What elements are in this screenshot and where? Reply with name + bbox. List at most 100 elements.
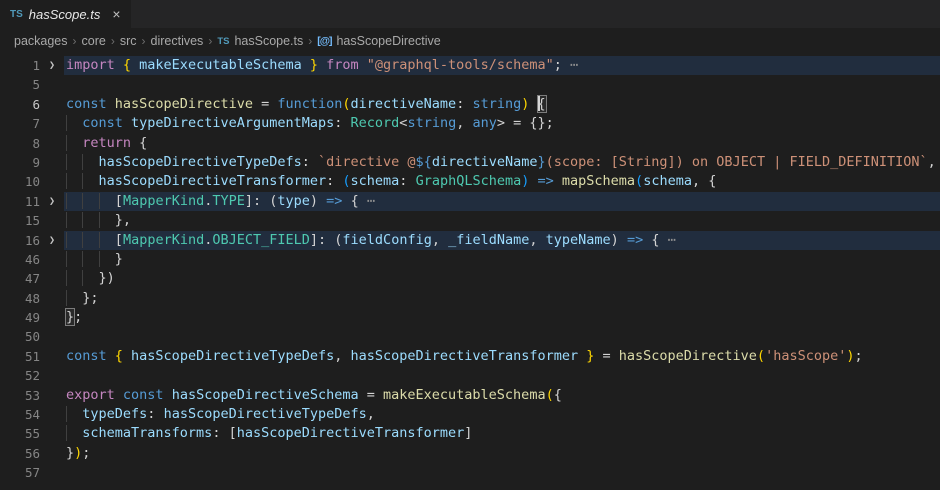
- code-text: export const hasScopeDirectiveSchema = m…: [64, 386, 940, 405]
- code-line[interactable]: 49};: [0, 308, 940, 327]
- indent-guide: [99, 212, 115, 228]
- breadcrumb-item-src[interactable]: src: [120, 34, 137, 48]
- breadcrumb-separator-icon: ›: [208, 34, 212, 48]
- code-line[interactable]: 53 export const hasScopeDirectiveSchema =…: [0, 386, 940, 405]
- line-number[interactable]: 54: [0, 405, 40, 424]
- line-number[interactable]: 7: [0, 114, 40, 133]
- code-line[interactable]: 51 const { hasScopeDirectiveTypeDefs, has…: [0, 347, 940, 366]
- line-number[interactable]: 46: [0, 250, 40, 269]
- code-line[interactable]: 57: [0, 463, 940, 482]
- line-number[interactable]: 1: [0, 56, 40, 75]
- code-text: const typeDirectiveArgumentMaps: Record<…: [64, 114, 940, 133]
- code-line[interactable]: 50: [0, 327, 940, 346]
- line-number[interactable]: 48: [0, 289, 40, 308]
- code-line[interactable]: 56});: [0, 444, 940, 463]
- indent-guide: [66, 425, 82, 441]
- line-number[interactable]: 16: [0, 231, 40, 250]
- line-number[interactable]: 5: [0, 75, 40, 94]
- fold-gutter: [40, 153, 64, 172]
- indent-guide: [82, 173, 98, 189]
- fold-gutter: [40, 424, 64, 443]
- indent-guide: [82, 251, 98, 267]
- indent-guide: [66, 290, 82, 306]
- line-number[interactable]: 53: [0, 386, 40, 405]
- breadcrumb-item-core[interactable]: core: [82, 34, 106, 48]
- fold-gutter: [40, 327, 64, 346]
- fold-chevron-icon[interactable]: ❯: [40, 231, 64, 250]
- code-line[interactable]: 54 typeDefs: hasScopeDirectiveTypeDefs,: [0, 405, 940, 424]
- code-line[interactable]: 48 };: [0, 289, 940, 308]
- breadcrumb-item-directives[interactable]: directives: [151, 34, 204, 48]
- code-line[interactable]: 8 return {: [0, 134, 940, 153]
- indent-guide: [82, 154, 98, 170]
- line-number[interactable]: 10: [0, 172, 40, 191]
- code-line[interactable]: 11❯ [MapperKind.TYPE]: (type) => { ⋯: [0, 192, 940, 211]
- indent-guide: [82, 232, 98, 248]
- line-number[interactable]: 6: [0, 95, 40, 114]
- tab-title: hasScope.ts: [29, 7, 101, 22]
- indent-guide: [66, 115, 82, 131]
- code-text: }): [64, 269, 940, 288]
- text-cursor: [538, 96, 540, 111]
- indent-guide: [66, 270, 82, 286]
- line-number[interactable]: 11: [0, 192, 40, 211]
- code-line[interactable]: 10 hasScopeDirectiveTransformer: (schema…: [0, 172, 940, 191]
- indent-guide: [66, 193, 82, 209]
- fold-gutter: [40, 250, 64, 269]
- fold-gutter: [40, 114, 64, 133]
- indent-guide: [66, 212, 82, 228]
- fold-gutter: [40, 405, 64, 424]
- fold-gutter: [40, 444, 64, 463]
- code-editor[interactable]: 1❯import { makeExecutableSchema } from "…: [0, 54, 940, 483]
- line-number[interactable]: 50: [0, 327, 40, 346]
- breadcrumb-item-file[interactable]: hasScope.ts: [234, 34, 303, 48]
- code-line[interactable]: 52: [0, 366, 940, 385]
- code-line[interactable]: 9 hasScopeDirectiveTypeDefs: `directive …: [0, 153, 940, 172]
- code-text: };: [64, 308, 940, 327]
- code-text: [64, 327, 940, 346]
- code-line[interactable]: 47 }): [0, 269, 940, 288]
- line-number[interactable]: 47: [0, 269, 40, 288]
- indent-guide: [82, 270, 98, 286]
- tab-hasscope[interactable]: TS hasScope.ts ×: [0, 0, 131, 28]
- breadcrumb-item-packages[interactable]: packages: [14, 34, 68, 48]
- code-text: }: [64, 250, 940, 269]
- close-tab-icon[interactable]: ×: [112, 7, 120, 21]
- code-line[interactable]: 16❯ [MapperKind.OBJECT_FIELD]: (fieldCon…: [0, 231, 940, 250]
- fold-gutter: [40, 463, 64, 482]
- line-number[interactable]: 8: [0, 134, 40, 153]
- indent-guide: [99, 232, 115, 248]
- code-line[interactable]: 7 const typeDirectiveArgumentMaps: Recor…: [0, 114, 940, 133]
- breadcrumb-item-symbol[interactable]: hasScopeDirective: [336, 34, 440, 48]
- line-number[interactable]: 55: [0, 424, 40, 443]
- line-number[interactable]: 49: [0, 308, 40, 327]
- code-text: schemaTransforms: [hasScopeDirectiveTran…: [64, 424, 940, 443]
- line-number[interactable]: 15: [0, 211, 40, 230]
- line-number[interactable]: 9: [0, 153, 40, 172]
- code-text: });: [64, 444, 940, 463]
- typescript-file-icon: TS: [217, 36, 229, 47]
- code-line[interactable]: 46 }: [0, 250, 940, 269]
- bracket-match: }: [66, 309, 74, 325]
- fold-chevron-icon[interactable]: ❯: [40, 56, 64, 75]
- fold-gutter: [40, 308, 64, 327]
- line-number[interactable]: 56: [0, 444, 40, 463]
- code-text: [MapperKind.TYPE]: (type) => { ⋯: [64, 192, 940, 211]
- fold-gutter: [40, 289, 64, 308]
- code-line[interactable]: 6const hasScopeDirective = function(dire…: [0, 95, 940, 114]
- line-number[interactable]: 52: [0, 366, 40, 385]
- code-text: hasScopeDirectiveTypeDefs: `directive @$…: [64, 153, 940, 172]
- code-line[interactable]: 55 schemaTransforms: [hasScopeDirectiveT…: [0, 424, 940, 443]
- indent-guide: [66, 173, 82, 189]
- code-text: hasScopeDirectiveTransformer: (schema: G…: [64, 172, 940, 191]
- code-line[interactable]: 5: [0, 75, 940, 94]
- line-number[interactable]: 51: [0, 347, 40, 366]
- code-line[interactable]: 1❯import { makeExecutableSchema } from "…: [0, 56, 940, 75]
- code-text: const { hasScopeDirectiveTypeDefs, hasSc…: [64, 347, 940, 366]
- symbol-variable-icon: [@]: [317, 35, 331, 47]
- indent-guide: [66, 406, 82, 422]
- fold-gutter: [40, 211, 64, 230]
- code-line[interactable]: 15 },: [0, 211, 940, 230]
- line-number[interactable]: 57: [0, 463, 40, 482]
- fold-chevron-icon[interactable]: ❯: [40, 192, 64, 211]
